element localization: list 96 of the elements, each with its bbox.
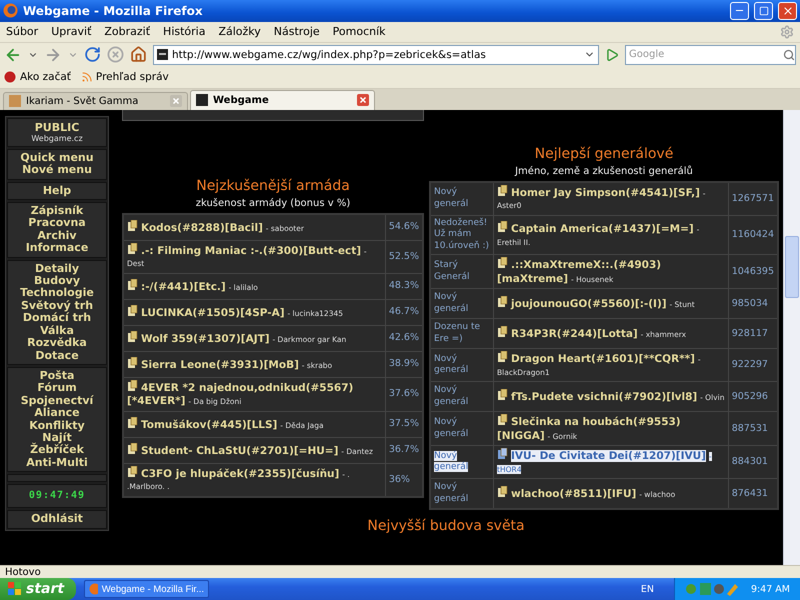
scroll-icon bbox=[127, 242, 138, 255]
windows-logo-icon bbox=[8, 582, 22, 596]
scroll-icon bbox=[127, 304, 138, 317]
browser-tab[interactable]: Ikariam - Svět Gamma bbox=[3, 92, 188, 110]
section-subtitle: Jméno, země a zkušenosti generálů bbox=[515, 166, 693, 177]
sidebar-link[interactable]: Aliance bbox=[34, 407, 80, 420]
sidebar-link[interactable]: Anti-Multi bbox=[26, 456, 88, 470]
sidebar-link[interactable]: Archiv bbox=[37, 230, 77, 242]
browser-logo-icon bbox=[89, 583, 98, 596]
bookmark-link[interactable]: Ako začať bbox=[4, 71, 71, 84]
close-icon bbox=[782, 4, 794, 17]
scroll-icon bbox=[497, 448, 508, 460]
section-heading: Nejzkušenější armáda bbox=[196, 178, 350, 194]
scroll-icon bbox=[127, 380, 138, 392]
reload-icon[interactable] bbox=[84, 46, 101, 64]
tab-icon bbox=[9, 95, 21, 108]
sidebar-link[interactable]: Technologie bbox=[20, 287, 94, 300]
menu-item[interactable]: Upraviť bbox=[51, 25, 92, 38]
scroll-icon bbox=[127, 356, 138, 369]
rank-cell: Nový generál bbox=[430, 446, 494, 479]
settings-icon bbox=[780, 24, 794, 39]
minimize-button[interactable] bbox=[730, 2, 749, 20]
sidebar-link[interactable]: Konflikty bbox=[29, 420, 85, 432]
rank-cell: Nový generál bbox=[430, 412, 494, 446]
rank-cell: Starý Generál bbox=[430, 254, 494, 289]
game-title: PUBLIC bbox=[34, 120, 80, 134]
scroll-icon bbox=[127, 220, 138, 232]
sidebar-link[interactable]: Světový trh bbox=[20, 300, 94, 312]
menu-item[interactable]: Pomocník bbox=[332, 25, 386, 38]
go-icon[interactable] bbox=[605, 48, 619, 62]
site-name: Webgame.cz bbox=[31, 134, 83, 144]
rank-cell: Nový generál bbox=[430, 182, 494, 216]
address-field[interactable]: http://www.webgame.cz/wg/index.php?p=zebricek&s=atlas bbox=[153, 44, 599, 65]
sidebar-link[interactable]: Nové menu bbox=[22, 164, 92, 177]
section-heading: Nejvyšší budova světa bbox=[367, 518, 525, 534]
maximize-button[interactable] bbox=[754, 2, 773, 20]
sidebar-link[interactable]: Najít bbox=[42, 432, 72, 444]
sidebar-link[interactable]: Dotace bbox=[35, 350, 79, 362]
search-icon[interactable] bbox=[783, 48, 795, 61]
menu-item[interactable]: Zobraziť bbox=[104, 25, 150, 38]
rank-cell: Dozenu te Ere =) bbox=[430, 318, 494, 349]
scroll-icon bbox=[497, 257, 508, 270]
section-heading: Nejlepší generálové bbox=[534, 146, 674, 162]
rank-cell: Nedoženeš! Už mám 10.úroveň :) bbox=[430, 215, 494, 255]
browser-tab[interactable]: Webgame bbox=[190, 90, 375, 110]
menu-item[interactable]: Záložky bbox=[218, 25, 261, 38]
scroll-icon bbox=[497, 296, 508, 308]
sidebar-link[interactable]: Rozvědka bbox=[27, 337, 87, 350]
scroll-icon bbox=[127, 416, 138, 429]
scroll-icon bbox=[497, 414, 508, 426]
rank-cell: Nový generál bbox=[430, 382, 494, 412]
bookmark-link[interactable]: Prehľad správ bbox=[80, 71, 169, 84]
scroll-icon bbox=[127, 330, 138, 343]
scroll-icon bbox=[497, 389, 508, 402]
browser-logo-icon bbox=[3, 3, 18, 18]
rank-cell: Nový generál bbox=[430, 348, 494, 382]
sidebar-link[interactable]: Quick menu bbox=[20, 152, 94, 164]
clock: 09:47:49 bbox=[28, 489, 86, 504]
scroll-icon bbox=[497, 351, 508, 364]
bookmark-icon bbox=[4, 71, 17, 84]
sidebar-link[interactable]: Válka bbox=[40, 324, 74, 338]
menu-item[interactable]: Súbor bbox=[6, 25, 38, 38]
rank-cell: Nový generál bbox=[430, 288, 494, 319]
sidebar-link[interactable]: Informace bbox=[26, 242, 88, 255]
scroll-icon bbox=[497, 326, 508, 338]
scroll-icon bbox=[127, 278, 138, 291]
tab-close-icon[interactable] bbox=[357, 94, 369, 106]
scroll-icon bbox=[497, 221, 508, 234]
sidebar-link[interactable]: Budovy bbox=[34, 275, 80, 288]
menu-item[interactable]: Nástroje bbox=[274, 25, 320, 38]
scroll-icon bbox=[127, 466, 138, 478]
language-indicator[interactable]: EN bbox=[640, 584, 654, 595]
close-button[interactable] bbox=[778, 2, 797, 20]
section-subtitle: zkušenost armády (bonus v %) bbox=[196, 198, 350, 209]
scroll-icon bbox=[497, 486, 508, 498]
sidebar-link[interactable]: Spojenectví bbox=[20, 394, 94, 408]
maximize-icon bbox=[758, 6, 768, 16]
sidebar-link[interactable]: Pošta bbox=[40, 370, 74, 382]
scroll-icon bbox=[497, 184, 508, 197]
menu-item[interactable]: História bbox=[163, 25, 206, 38]
tray-clock: 9:47 AM bbox=[750, 584, 790, 595]
sidebar-link[interactable]: Domácí trh bbox=[22, 312, 92, 325]
scroll-icon bbox=[127, 442, 138, 455]
taskbar-button[interactable]: Webgame - Mozilla Fir... bbox=[84, 580, 209, 598]
tab-icon bbox=[196, 94, 208, 106]
sidebar-link[interactable]: Pracovna bbox=[28, 217, 86, 230]
sidebar-link[interactable]: Žebříček bbox=[30, 444, 84, 457]
home-icon[interactable] bbox=[130, 46, 147, 64]
rss-icon bbox=[80, 71, 93, 84]
sidebar-link[interactable]: Detaily bbox=[35, 262, 79, 276]
sidebar-link[interactable]: Zápisník bbox=[30, 205, 84, 218]
site-icon bbox=[157, 49, 168, 60]
window-title: Webgame - Mozilla Firefox bbox=[23, 4, 204, 18]
sidebar-link[interactable]: Help bbox=[42, 184, 72, 198]
sidebar-link[interactable]: Fórum bbox=[37, 382, 77, 395]
scrollbar[interactable] bbox=[783, 110, 800, 566]
